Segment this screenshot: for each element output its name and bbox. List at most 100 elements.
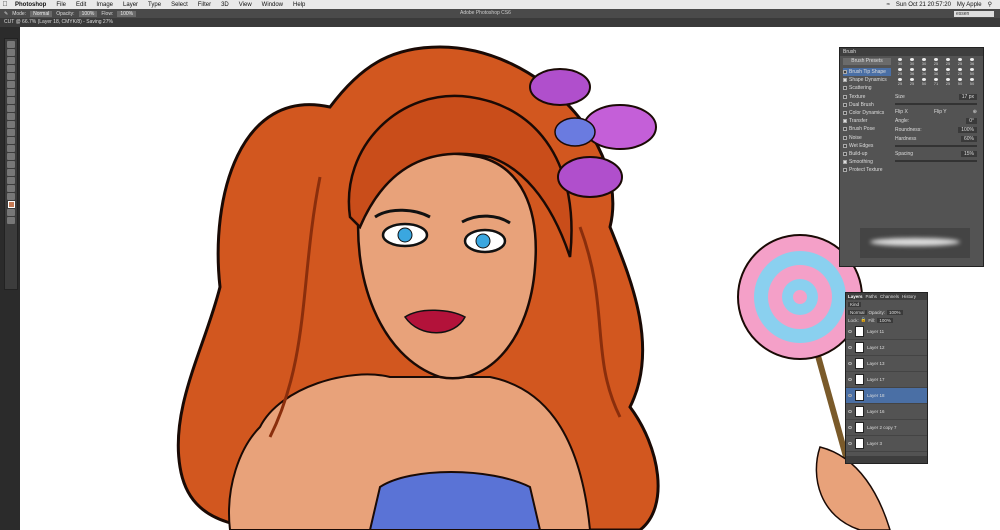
screen-mode-icon[interactable] — [7, 217, 15, 224]
brush-tip-preset[interactable]: 25 — [895, 78, 905, 86]
brush-tool-preset-icon[interactable]: ✎ — [4, 11, 8, 17]
brush-option-checkbox[interactable] — [843, 143, 847, 148]
menu-select[interactable]: Select — [166, 2, 193, 8]
brush-option-checkbox[interactable] — [843, 102, 847, 107]
brush-option-checkbox[interactable] — [843, 111, 847, 116]
brush-option-item[interactable]: Scattering — [843, 84, 891, 92]
menu-help[interactable]: Help — [288, 2, 310, 8]
stamp-tool-icon[interactable] — [7, 105, 15, 112]
brush-tip-preset[interactable]: 50 — [955, 78, 965, 86]
layer-row[interactable]: Layer 3 — [846, 436, 927, 452]
eyedropper-tool-icon[interactable] — [7, 81, 15, 88]
hardness-slider[interactable] — [895, 145, 977, 147]
quick-mask-icon[interactable] — [7, 209, 15, 216]
brush-option-checkbox[interactable] — [843, 160, 847, 165]
brush-option-item[interactable]: Noise — [843, 134, 891, 142]
menu-image[interactable]: Image — [91, 2, 118, 8]
brush-option-item[interactable]: Dual Brush — [843, 101, 891, 109]
tab-history[interactable]: History — [902, 293, 916, 300]
brush-option-item[interactable]: Brush Tip Shape — [843, 68, 891, 77]
visibility-eye-icon[interactable] — [848, 346, 852, 349]
marquee-tool-icon[interactable] — [7, 49, 15, 56]
brush-option-checkbox[interactable] — [843, 78, 847, 83]
brush-presets-button[interactable]: Brush Presets — [843, 58, 891, 65]
brush-option-item[interactable]: Smoothing — [843, 158, 891, 166]
angle-crosshair-icon[interactable]: ⊕ — [973, 109, 977, 115]
spacing-slider[interactable] — [895, 160, 977, 162]
layer-opacity-field[interactable]: 100% — [887, 309, 903, 315]
brush-tip-preset[interactable]: 25 — [907, 78, 917, 86]
visibility-eye-icon[interactable] — [848, 362, 852, 365]
spotlight-icon[interactable]: ⚲ — [988, 1, 992, 8]
brush-option-checkbox[interactable] — [843, 151, 847, 156]
flip-y-checkbox[interactable]: Flip Y — [934, 109, 947, 115]
tab-layers[interactable]: Layers — [848, 293, 863, 300]
menu-view[interactable]: View — [234, 2, 257, 8]
layer-row[interactable]: Layer 2 copy 7 — [846, 420, 927, 436]
brush-option-item[interactable]: Shape Dynamics — [843, 76, 891, 84]
menu-edit[interactable]: Edit — [71, 2, 91, 8]
path-select-tool-icon[interactable] — [7, 169, 15, 176]
gradient-tool-icon[interactable] — [7, 129, 15, 136]
brush-option-checkbox[interactable] — [843, 135, 847, 140]
type-tool-icon[interactable] — [7, 161, 15, 168]
menu-layer[interactable]: Layer — [118, 2, 143, 8]
apple-menu-icon[interactable]:  — [0, 1, 10, 8]
brush-tip-preset[interactable]: 36 — [967, 58, 977, 66]
brush-option-checkbox[interactable] — [843, 119, 847, 124]
clock[interactable]: Sun Oct 21 20:57:20 — [896, 2, 951, 8]
brush-tip-preset[interactable]: 25 — [955, 68, 965, 76]
brush-option-item[interactable]: Protect Texture — [843, 166, 891, 174]
brush-tip-preset[interactable]: 25 — [943, 58, 953, 66]
layer-row[interactable]: Layer 18 — [846, 388, 927, 404]
tab-paths[interactable]: Paths — [866, 293, 878, 300]
spacing-checkbox[interactable]: Spacing — [895, 151, 913, 157]
opacity-field[interactable]: 100% — [78, 10, 98, 17]
size-field[interactable]: 17 px — [958, 93, 977, 100]
angle-field[interactable]: 0° — [966, 117, 977, 124]
brush-tool-icon[interactable] — [7, 97, 15, 104]
brush-option-checkbox[interactable] — [843, 70, 847, 75]
visibility-eye-icon[interactable] — [848, 410, 852, 413]
blend-mode-select[interactable]: Normal — [848, 309, 867, 315]
brush-option-item[interactable]: Wet Edges — [843, 142, 891, 150]
layer-row[interactable]: Layer 13 — [846, 356, 927, 372]
document-tab[interactable]: CUT @ 66.7% (Layer 18, CMYK/8) - Saving … — [0, 18, 1000, 27]
wifi-icon[interactable]: ≈ — [887, 2, 890, 8]
menu-filter[interactable]: Filter — [193, 2, 216, 8]
tab-channels[interactable]: Channels — [880, 293, 899, 300]
eraser-tool-icon[interactable] — [7, 121, 15, 128]
crop-tool-icon[interactable] — [7, 73, 15, 80]
visibility-eye-icon[interactable] — [848, 378, 852, 381]
brush-tip-preset[interactable]: 25 — [931, 58, 941, 66]
flow-field[interactable]: 100% — [117, 10, 137, 17]
spacing-field[interactable]: 15% — [960, 150, 977, 157]
menu-3d[interactable]: 3D — [216, 2, 234, 8]
size-slider[interactable] — [895, 103, 977, 105]
blur-tool-icon[interactable] — [7, 137, 15, 144]
hardness-field[interactable]: 60% — [960, 135, 977, 142]
brush-tip-preset[interactable]: 30 — [895, 58, 905, 66]
layer-row[interactable]: Layer 11 — [846, 324, 927, 340]
visibility-eye-icon[interactable] — [848, 330, 852, 333]
brush-option-checkbox[interactable] — [843, 86, 847, 91]
history-brush-tool-icon[interactable] — [7, 113, 15, 120]
layer-kind-filter[interactable]: Kind — [848, 301, 862, 307]
flip-x-checkbox[interactable]: Flip X — [895, 109, 908, 115]
visibility-eye-icon[interactable] — [848, 426, 852, 429]
brush-tip-preset[interactable]: 36 — [931, 68, 941, 76]
brush-tip-preset[interactable]: 25 — [955, 58, 965, 66]
menu-photoshop[interactable]: Photoshop — [10, 2, 51, 8]
mode-select[interactable]: Normal — [30, 10, 53, 17]
brush-option-checkbox[interactable] — [843, 94, 847, 99]
pen-tool-icon[interactable] — [7, 153, 15, 160]
brush-tip-preset[interactable]: 25 — [943, 78, 953, 86]
brush-tip-preset[interactable]: 50 — [967, 78, 977, 86]
brush-option-checkbox[interactable] — [843, 168, 847, 173]
lasso-tool-icon[interactable] — [7, 57, 15, 64]
foreground-color-swatch[interactable] — [7, 201, 15, 208]
brush-option-item[interactable]: Color Dynamics — [843, 109, 891, 117]
layer-row[interactable]: Layer 12 — [846, 340, 927, 356]
brush-tip-preset[interactable]: 50 — [967, 68, 977, 76]
healing-tool-icon[interactable] — [7, 89, 15, 96]
